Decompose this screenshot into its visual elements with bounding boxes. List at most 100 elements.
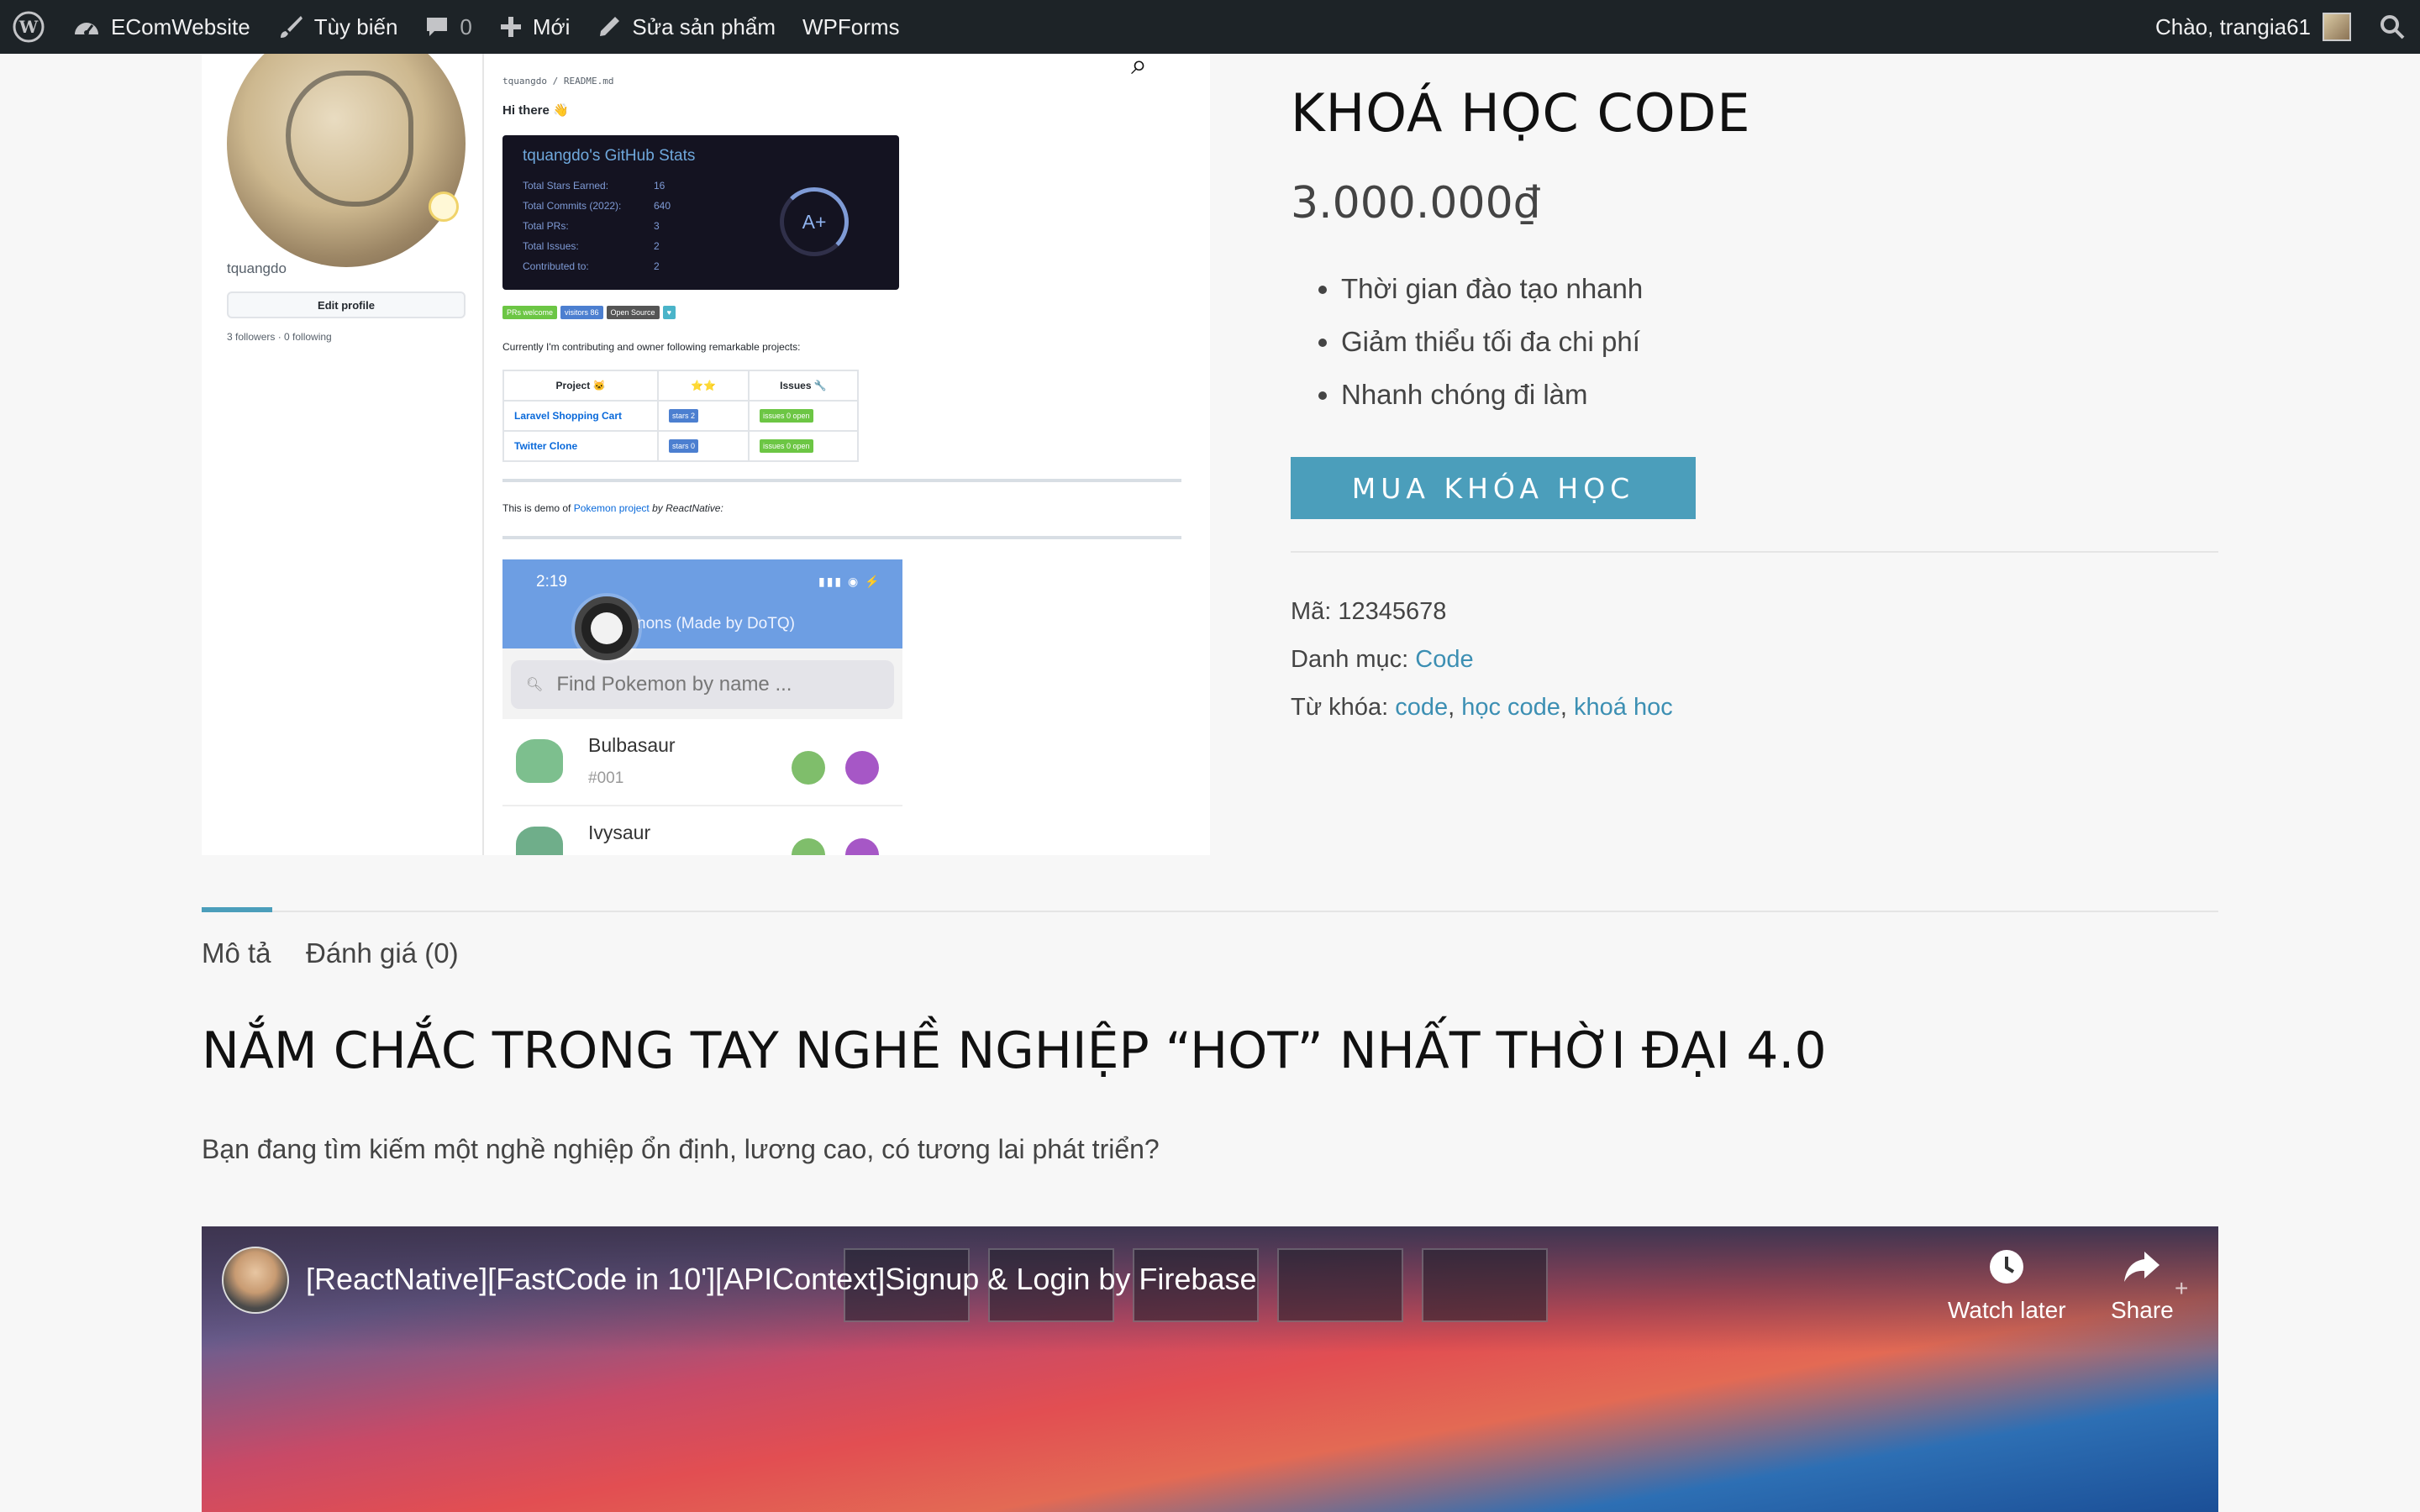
clock-icon	[1988, 1248, 2025, 1294]
badge: PRs welcome	[502, 306, 558, 319]
edit-profile-button: Edit profile	[227, 291, 466, 318]
demo-prefix: This is demo of	[502, 502, 574, 514]
badge-row: PRs welcome visitors 86 Open Source ♥	[502, 306, 676, 319]
product-price: 3.000.000₫	[1291, 178, 1541, 228]
stats-label: Total Issues:	[523, 240, 579, 252]
table-header: ⭐⭐	[657, 370, 750, 402]
table-row: Laravel Shopping Cart stars 2 issues 0 o…	[502, 400, 859, 432]
share-button[interactable]: Share	[2111, 1248, 2174, 1324]
edit-product-menu[interactable]: Sửa sản phẩm	[583, 0, 789, 54]
divider	[502, 479, 1181, 482]
feature-list: Thời gian đào tạo nhanh Giảm thiểu tối đ…	[1341, 262, 1643, 421]
stats-value: 16	[654, 180, 666, 192]
divider	[1291, 551, 2218, 553]
product-title: KHOÁ HỌC CODE	[1291, 82, 1751, 144]
site-name: EComWebsite	[111, 13, 250, 39]
greeting: Chào, trangia61	[2154, 13, 2311, 39]
poison-type-icon	[845, 838, 879, 855]
watch-later-label: Watch later	[1948, 1297, 2066, 1323]
comments-menu[interactable]: 0	[411, 0, 485, 54]
product-meta: Mã: 12345678 Danh mục: Code Từ khóa: cod…	[1291, 588, 1673, 732]
badge: visitors 86	[560, 306, 603, 319]
plus-icon	[499, 15, 523, 39]
comment-icon	[424, 14, 450, 39]
phone-screenshot: 2:19 ▮▮▮ ◉ ⚡ nons (Made by DoTQ) 🔍︎ Find …	[502, 559, 902, 855]
category-link[interactable]: Code	[1415, 646, 1473, 673]
sku-row: Mã: 12345678	[1291, 588, 1673, 636]
wordpress-logo-icon[interactable]: W	[0, 0, 59, 54]
svg-text:W: W	[18, 17, 39, 37]
more-plus-icon[interactable]: +	[2175, 1275, 2188, 1302]
video-thumbnail	[1422, 1248, 1548, 1322]
table-header: Project 🐱	[502, 370, 659, 402]
grass-type-icon	[792, 751, 825, 785]
stats-value: 3	[654, 220, 660, 232]
stars-badge: stars 2	[669, 409, 699, 423]
admin-bar: W EComWebsite Tùy biến 0 Mới Sửa sản phẩ…	[0, 0, 2420, 54]
stats-grade-ring: A+	[780, 187, 849, 256]
stats-label: Total Stars Earned:	[523, 180, 609, 192]
pokemon-search-input: 🔍︎ Find Pokemon by name ...	[511, 660, 894, 709]
tags-label: Từ khóa:	[1291, 694, 1396, 721]
stats-value: 640	[654, 200, 671, 212]
description-text: Bạn đang tìm kiếm một nghề nghiệp ổn địn…	[202, 1134, 1160, 1164]
readme-path: tquangdo / README.md	[502, 76, 614, 87]
watch-later-button[interactable]: Watch later	[1948, 1248, 2066, 1324]
demo-link: Pokemon project	[573, 502, 650, 514]
stats-label: Contributed to:	[523, 260, 589, 272]
heart-icon: ♥	[662, 306, 676, 319]
profile-avatar	[227, 54, 466, 267]
phone-search-area: 🔍︎ Find Pokemon by name ...	[502, 648, 902, 719]
grass-type-icon	[792, 838, 825, 855]
tags-row: Từ khóa: code, học code, khoá hoc	[1291, 694, 1673, 721]
my-account-menu[interactable]: Chào, trangia61	[2142, 0, 2365, 54]
touch-indicator	[575, 596, 639, 660]
zoom-search-icon[interactable]: ⌕	[1131, 54, 1147, 81]
share-icon	[2123, 1248, 2161, 1294]
stats-title: tquangdo's GitHub Stats	[523, 147, 696, 165]
product-gallery-image[interactable]: tquangdo Edit profile 3 followers · 0 fo…	[202, 54, 1210, 855]
tag-link[interactable]: code	[1395, 694, 1448, 721]
project-link: Laravel Shopping Cart	[514, 410, 623, 422]
status-badge	[429, 192, 459, 222]
search-placeholder: Find Pokemon by name ...	[556, 673, 792, 696]
phone-header: 2:19 ▮▮▮ ◉ ⚡ nons (Made by DoTQ)	[502, 559, 902, 660]
issues-badge: issues 0 open	[760, 409, 813, 423]
list-item: Ivysaur	[502, 806, 902, 855]
readme-panel: tquangdo / README.md Hi there 👋 ⌕ tquang…	[502, 54, 1210, 855]
brush-icon	[277, 13, 304, 40]
video-thumbnail	[1277, 1248, 1403, 1322]
avatar	[2323, 13, 2351, 41]
video-title[interactable]: [ReactNative][FastCode in 10'][APIContex…	[306, 1262, 1257, 1297]
buy-course-button[interactable]: MUA KHÓA HỌC	[1291, 457, 1696, 519]
stats-value: 2	[654, 260, 660, 272]
product-tabs: Mô tả Đánh giá (0)	[202, 907, 2218, 978]
customize-menu[interactable]: Tùy biến	[264, 0, 412, 54]
new-content-menu[interactable]: Mới	[486, 0, 583, 54]
tag-link[interactable]: học code	[1461, 694, 1560, 721]
tab-reviews[interactable]: Đánh giá (0)	[306, 937, 459, 969]
pokemon-image	[516, 739, 563, 783]
table-row: Twitter Clone stars 0 issues 0 open	[502, 430, 859, 462]
wpforms-label: WPForms	[802, 13, 900, 39]
phone-title: nons (Made by DoTQ)	[637, 615, 795, 633]
stars-badge: stars 0	[669, 439, 699, 453]
table-header: Issues 🔧	[748, 370, 859, 402]
divider	[502, 536, 1181, 539]
customize-label: Tùy biến	[313, 13, 398, 39]
site-name-menu[interactable]: EComWebsite	[59, 0, 264, 54]
projects-table: Project 🐱 ⭐⭐ Issues 🔧 Laravel Shopping C…	[502, 370, 859, 462]
youtube-video-embed[interactable]: [ReactNative][FastCode in 10'][APIContex…	[202, 1226, 2218, 1512]
tab-description[interactable]: Mô tả	[202, 937, 271, 969]
stats-value: 2	[654, 240, 660, 252]
admin-search-icon[interactable]	[2365, 0, 2420, 54]
tag-link[interactable]: khoá hoc	[1574, 694, 1673, 721]
followers-text: 3 followers · 0 following	[227, 331, 332, 343]
pokemon-name: Ivysaur	[588, 822, 651, 843]
description-heading: NẮM CHẮC TRONG TAY NGHỀ NGHIỆP “HOT” NHẤ…	[202, 1021, 1827, 1080]
wpforms-menu[interactable]: WPForms	[789, 0, 913, 54]
readme-greeting: Hi there 👋	[502, 103, 569, 118]
list-item: Giảm thiểu tối đa chi phí	[1341, 315, 1643, 368]
issues-badge: issues 0 open	[760, 439, 813, 453]
channel-avatar[interactable]	[222, 1247, 289, 1314]
